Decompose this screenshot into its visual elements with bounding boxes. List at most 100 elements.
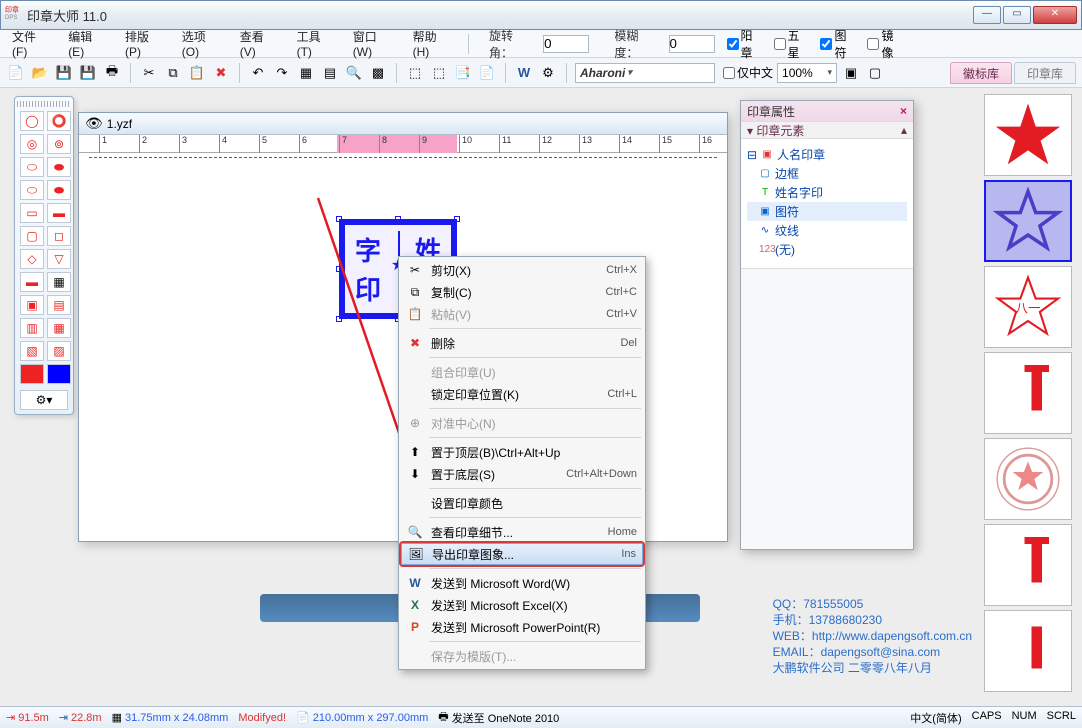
word-icon[interactable]: W	[514, 63, 534, 83]
shape-a[interactable]: ▣	[20, 295, 44, 315]
lib-red-star[interactable]	[984, 94, 1072, 176]
menu-window[interactable]: 窗口(W)	[347, 26, 399, 61]
minimize-button[interactable]: —	[973, 6, 1001, 24]
tb-f[interactable]: ⬚	[429, 63, 449, 83]
tab-badge-lib[interactable]: 徽标库	[950, 62, 1012, 84]
redo-icon[interactable]: ↷	[272, 63, 292, 83]
swatch-red[interactable]	[20, 364, 44, 384]
shape-oval3[interactable]: ⬭	[20, 180, 44, 200]
shape-oval2[interactable]: ⬬	[47, 157, 71, 177]
ctx-template[interactable]: 保存为模版(T)...	[401, 645, 643, 667]
shape-circle[interactable]: ◯	[20, 111, 44, 131]
shape-diamond[interactable]: ◇	[20, 249, 44, 269]
ctx-align[interactable]: ⊕对准中心(N)	[401, 412, 643, 434]
chk-wuxing[interactable]: 五星	[774, 27, 809, 61]
undo-icon[interactable]: ↶	[248, 63, 268, 83]
ctx-word[interactable]: W发送到 Microsoft Word(W)	[401, 572, 643, 594]
palette-more[interactable]: ⚙▾	[20, 390, 68, 410]
chk-tufu[interactable]: 图符	[820, 27, 855, 61]
menu-layout[interactable]: 排版(P)	[119, 26, 168, 61]
shape-tri[interactable]: ▽	[47, 249, 71, 269]
ctx-top[interactable]: ⬆置于顶层(B)\Ctrl+Alt+Up	[401, 441, 643, 463]
cut-icon[interactable]: ✂	[139, 63, 159, 83]
shape-b[interactable]: ▤	[47, 295, 71, 315]
shape-sq[interactable]: ▢	[20, 226, 44, 246]
tb-h[interactable]: 📄	[477, 63, 497, 83]
font-select[interactable]: Aharoni	[575, 63, 715, 83]
open-icon[interactable]: 📂	[30, 63, 50, 83]
close-button[interactable]: ✕	[1033, 6, 1077, 24]
tree-name[interactable]: T姓名字印	[747, 183, 907, 202]
tb-b[interactable]: ▤	[320, 63, 340, 83]
chk-mirror[interactable]: 镜像	[867, 27, 902, 61]
paste-icon[interactable]: 📋	[187, 63, 207, 83]
chk-only-cn[interactable]: 仅中文	[723, 64, 773, 81]
ctx-color[interactable]: 设置印章颜色	[401, 492, 643, 514]
tb-c[interactable]: 🔍	[344, 63, 364, 83]
blur-input[interactable]	[669, 35, 715, 53]
tree-root[interactable]: ⊟▣人名印章	[747, 145, 907, 164]
tree-none[interactable]: 123(无)	[747, 240, 907, 259]
chk-yang[interactable]: 阳章	[727, 27, 762, 61]
menu-tools[interactable]: 工具(T)	[291, 26, 339, 61]
tb-d[interactable]: ▩	[368, 63, 388, 83]
shape-rect2[interactable]: ▬	[47, 203, 71, 223]
ctx-ppt[interactable]: P发送到 Microsoft PowerPoint(R)	[401, 616, 643, 638]
maximize-button[interactable]: ▭	[1003, 6, 1031, 24]
shape-d[interactable]: ▦	[47, 318, 71, 338]
shape-ring[interactable]: ⊚	[47, 134, 71, 154]
shape-f[interactable]: ▨	[47, 341, 71, 361]
tree-border[interactable]: ▢边框	[747, 164, 907, 183]
tb-g[interactable]: 📑	[453, 63, 473, 83]
saveall-icon[interactable]: 💾	[78, 63, 98, 83]
lib-outline-star[interactable]	[984, 180, 1072, 262]
swatch-blue[interactable]	[47, 364, 71, 384]
menu-file[interactable]: 文件(F)	[6, 26, 54, 61]
tab-stamp-lib[interactable]: 印章库	[1014, 62, 1076, 84]
copy-icon[interactable]: ⧉	[163, 63, 183, 83]
ctx-cut[interactable]: ✂剪切(X)Ctrl+X	[401, 259, 643, 281]
delete-icon[interactable]: ✖	[211, 63, 231, 83]
shape-circle-thick[interactable]: ⭕	[47, 111, 71, 131]
tb-e[interactable]: ⬚	[405, 63, 425, 83]
lib-army-star[interactable]: 八一	[984, 266, 1072, 348]
rotate-input[interactable]	[543, 35, 589, 53]
lib-hammer-sickle-1[interactable]	[984, 352, 1072, 434]
ctx-paste[interactable]: 📋粘帖(V)Ctrl+V	[401, 303, 643, 325]
shape-oval4[interactable]: ⬬	[47, 180, 71, 200]
menu-options[interactable]: 选项(O)	[176, 26, 226, 61]
shape-c[interactable]: ▥	[20, 318, 44, 338]
prop-close-icon[interactable]: ×	[900, 104, 907, 118]
tree-texture[interactable]: ∿纹线	[747, 221, 907, 240]
shape-oval[interactable]: ⬭	[20, 157, 44, 177]
zoom-full-icon[interactable]: ▢	[865, 63, 885, 83]
email-link[interactable]: dapengsoft@sina.com	[821, 645, 941, 659]
tb-a[interactable]: ▦	[296, 63, 316, 83]
zoom-fit-icon[interactable]: ▣	[841, 63, 861, 83]
ctx-lock[interactable]: 锁定印章位置(K)Ctrl+L	[401, 383, 643, 405]
prop-section[interactable]: ▾ 印章元素▴	[741, 121, 913, 139]
zoom-select[interactable]: 100%	[777, 63, 837, 83]
ctx-detail[interactable]: 🔍查看印章细节...Home	[401, 521, 643, 543]
new-icon[interactable]: 📄	[6, 63, 26, 83]
ctx-copy[interactable]: ⧉复制(C)Ctrl+C	[401, 281, 643, 303]
print-icon[interactable]: 🖶	[102, 63, 122, 83]
tree-symbol[interactable]: ▣图符	[747, 202, 907, 221]
shape-sq2[interactable]: ◻	[47, 226, 71, 246]
shape-rect[interactable]: ▭	[20, 203, 44, 223]
lib-hammer-sickle-2[interactable]	[984, 524, 1072, 606]
shape-target[interactable]: ◎	[20, 134, 44, 154]
ctx-excel[interactable]: X发送到 Microsoft Excel(X)	[401, 594, 643, 616]
shape-e[interactable]: ▧	[20, 341, 44, 361]
ctx-group[interactable]: 组合印章(U)	[401, 361, 643, 383]
ctx-bottom[interactable]: ⬇置于底层(S)Ctrl+Alt+Down	[401, 463, 643, 485]
ctx-export[interactable]: 🖼导出印章图象...Ins	[401, 543, 643, 565]
shape-hbar[interactable]: ▬	[20, 272, 44, 292]
ctx-delete[interactable]: ✖删除Del	[401, 332, 643, 354]
shape-grid[interactable]: ▦	[47, 272, 71, 292]
save-icon[interactable]: 💾	[54, 63, 74, 83]
options-icon[interactable]: ⚙	[538, 63, 558, 83]
lib-emblem[interactable]	[984, 438, 1072, 520]
menu-view[interactable]: 查看(V)	[234, 26, 283, 61]
lib-hammer-sickle-3[interactable]	[984, 610, 1072, 692]
